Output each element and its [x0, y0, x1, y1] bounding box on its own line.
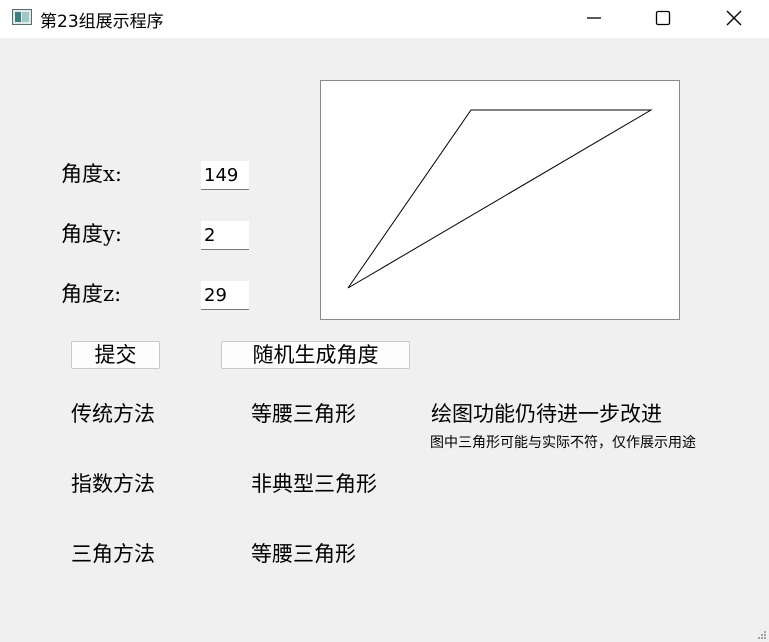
result-exponent: 非典型三角形	[251, 472, 377, 496]
resize-grip-icon[interactable]	[757, 630, 767, 640]
minimize-button[interactable]	[558, 0, 630, 36]
close-button[interactable]	[698, 0, 769, 36]
result-traditional: 等腰三角形	[251, 402, 356, 426]
title-bar: 第23组展示程序	[0, 0, 769, 38]
triangle-drawing	[347, 109, 653, 289]
result-trig: 等腰三角形	[251, 542, 356, 566]
angle-y-input[interactable]: 2	[201, 221, 249, 250]
random-angle-button[interactable]: 随机生成角度	[221, 341, 410, 369]
close-icon	[726, 10, 742, 26]
minimize-icon	[587, 17, 601, 19]
triangle-shape	[347, 109, 653, 289]
window-title: 第23组展示程序	[40, 12, 164, 32]
maximize-icon	[655, 10, 671, 26]
triangle-canvas	[320, 80, 680, 320]
angle-x-input[interactable]: 149	[201, 161, 249, 190]
angle-y-label: 角度y:	[61, 222, 122, 246]
method-label-trig: 三角方法	[71, 542, 155, 566]
drawing-note-headline: 绘图功能仍待进一步改进	[431, 402, 662, 426]
app-icon	[12, 9, 32, 25]
method-label-exponent: 指数方法	[71, 472, 155, 496]
angle-z-label: 角度z:	[61, 282, 122, 306]
submit-button[interactable]: 提交	[71, 341, 160, 369]
drawing-note-detail: 图中三角形可能与实际不符，仅作展示用途	[430, 435, 696, 451]
method-label-traditional: 传统方法	[71, 402, 155, 426]
maximize-button[interactable]	[627, 0, 699, 36]
angle-z-input[interactable]: 29	[201, 281, 249, 310]
angle-x-label: 角度x:	[61, 162, 122, 186]
